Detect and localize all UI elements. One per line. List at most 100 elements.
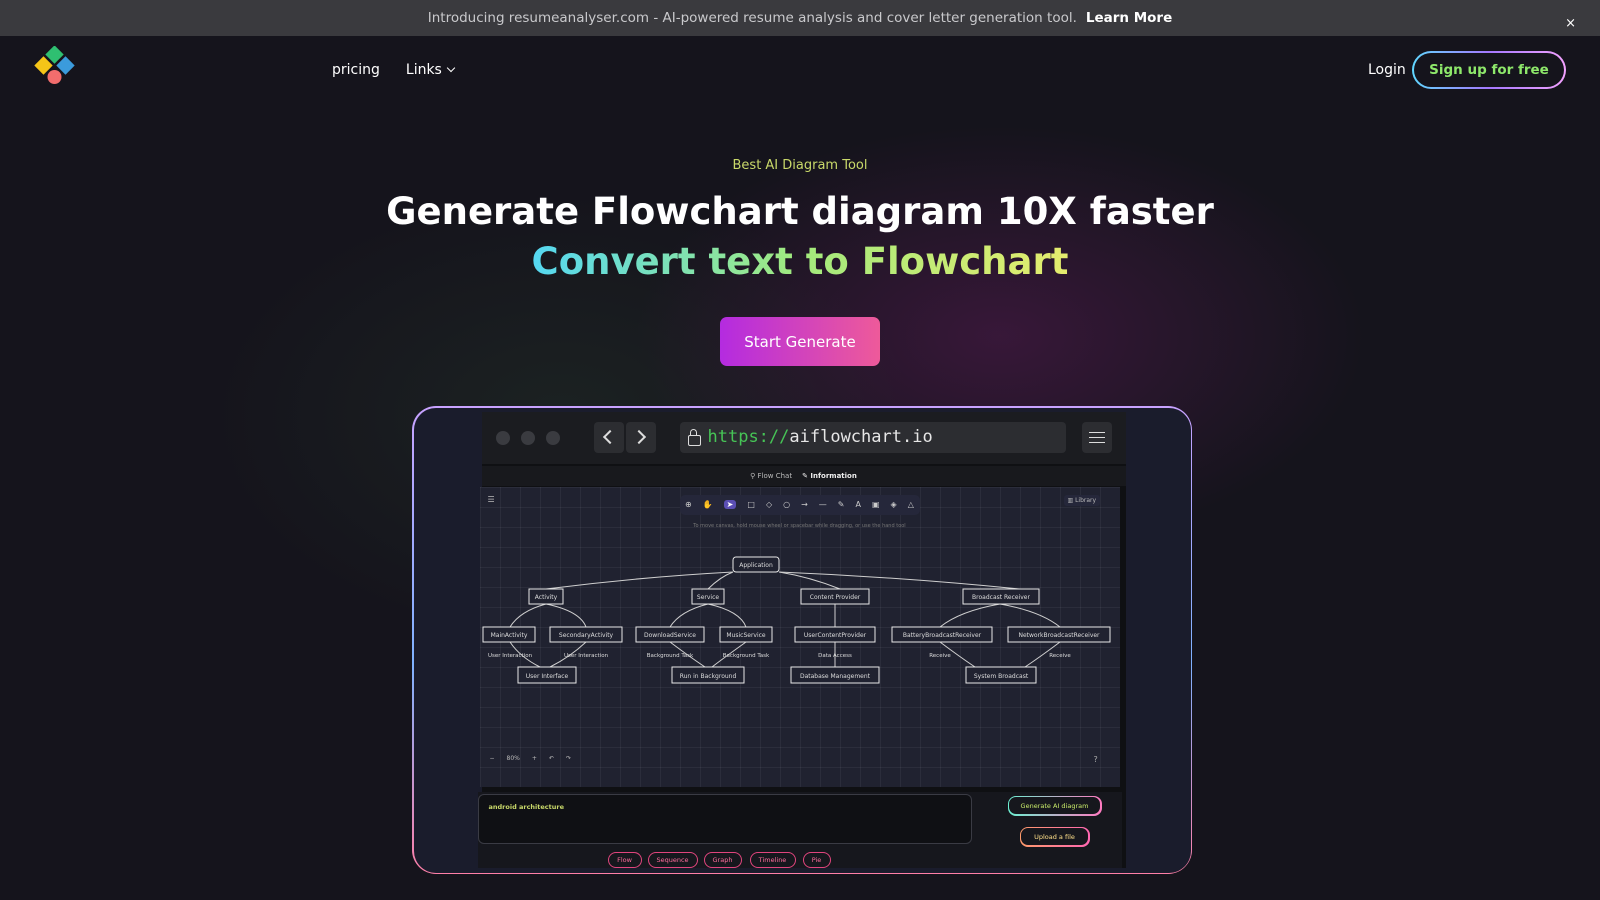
menu-icon[interactable]: ☰ (488, 495, 502, 509)
close-icon[interactable]: × (1565, 17, 1576, 30)
line-tool-icon[interactable]: — (819, 500, 827, 509)
product-showcase: https://aiflowchart.io ⚲ Flow Chat ✎ Inf… (412, 406, 1192, 874)
announcement-bar: Introducing resumeanalyser.com - AI-powe… (0, 0, 1600, 36)
edge-label: Receive (1049, 653, 1071, 659)
node-level2-label: DownloadService (644, 632, 696, 639)
node-level1-label: Content Provider (809, 594, 860, 601)
node-level3-label: User Interface (525, 673, 568, 680)
prompt-panel: android architecture Generate AI diagram… (477, 791, 1122, 868)
flowchart-diagram: Application Activity Service Content Pro… (482, 556, 1110, 683)
app-tabs: ⚲ Flow Chat ✎ Information (481, 465, 1126, 486)
settings-sliders-icon[interactable] (1081, 421, 1112, 453)
tab-information-label: Information (810, 471, 857, 480)
chip-pie[interactable]: Pie (802, 851, 831, 868)
node-level2-label: MusicService (726, 632, 766, 639)
node-root-label: Application (739, 562, 773, 569)
node-level1-label: Broadcast Receiver (972, 594, 1030, 601)
lock-icon (687, 428, 701, 446)
node-level1-label: Service (696, 594, 718, 601)
node-level3-label: Database Management (799, 673, 870, 680)
pencil-tool-icon[interactable]: ✎ (838, 500, 845, 509)
generate-ai-diagram-button[interactable]: Generate AI diagram (1007, 795, 1102, 816)
node-level1-label: Activity (534, 594, 557, 601)
zoom-out-icon[interactable]: − (490, 755, 495, 762)
chip-flow[interactable]: Flow (607, 851, 642, 868)
upload-button-label: Upload a file (1020, 827, 1089, 846)
edge-label: User Interaction (563, 653, 608, 659)
forward-button[interactable] (625, 421, 656, 453)
prompt-input[interactable]: android architecture (477, 793, 972, 844)
tab-information[interactable]: ✎ Information (802, 472, 857, 480)
tab-flow-chat-label: Flow Chat (757, 471, 793, 480)
logo-icon[interactable] (34, 46, 78, 86)
library-label: Library (1075, 496, 1097, 504)
redo-icon[interactable]: ↷ (566, 755, 571, 762)
diagram-canvas[interactable]: ☰ ⊕ ✋ ➤ □ ◇ ○ → — ✎ A ▣ ◈ △ ▥ Library To… (479, 486, 1120, 787)
nav-links-label: Links (405, 62, 442, 78)
node-level2-label: MainActivity (490, 632, 527, 639)
upload-file-button[interactable]: Upload a file (1019, 826, 1090, 847)
hero-subline: Convert text to Flowchart (0, 240, 1600, 283)
nav-pricing[interactable]: pricing (332, 62, 380, 78)
canvas-toolbar: ⊕ ✋ ➤ □ ◇ ○ → — ✎ A ▣ ◈ △ (679, 494, 920, 515)
login-link[interactable]: Login (1368, 62, 1406, 78)
text-tool-icon[interactable]: A (855, 500, 860, 509)
browser-mockup: https://aiflowchart.io ⚲ Flow Chat ✎ Inf… (477, 411, 1126, 868)
address-bar[interactable]: https://aiflowchart.io (679, 421, 1066, 453)
node-level3-label: System Broadcast (973, 673, 1028, 680)
diamond-tool-icon[interactable]: ◇ (766, 500, 772, 509)
signup-button[interactable]: Sign up for free (1412, 51, 1566, 89)
window-dot (545, 430, 560, 445)
hand-tool-icon[interactable]: ✋ (703, 500, 713, 509)
chevron-down-icon (446, 63, 456, 73)
hero-subline-text: Convert text to Flowchart (531, 240, 1069, 283)
browser-chrome: https://aiflowchart.io (481, 411, 1126, 464)
nav-links-dropdown[interactable]: Links (405, 62, 456, 78)
url-host: aiflowchart.io (789, 427, 933, 447)
showcase-inner: https://aiflowchart.io ⚲ Flow Chat ✎ Inf… (413, 407, 1191, 873)
back-button[interactable] (593, 421, 624, 453)
eraser-tool-icon[interactable]: ◈ (891, 500, 897, 509)
window-dot (520, 430, 535, 445)
generate-button-label: Generate AI diagram (1008, 796, 1101, 815)
node-level2-label: UserContentProvider (803, 632, 866, 639)
library-button[interactable]: ▥ Library (1063, 494, 1101, 506)
main-nav: pricing Links (332, 62, 456, 78)
undo-icon[interactable]: ↶ (549, 755, 554, 762)
tab-flow-chat[interactable]: ⚲ Flow Chat (750, 472, 792, 480)
zoom-in-icon[interactable]: + (532, 755, 537, 762)
prompt-input-value: android architecture (488, 802, 565, 811)
hero-eyebrow: Best AI Diagram Tool (732, 158, 868, 173)
signup-button-label: Sign up for free (1414, 53, 1564, 87)
ellipse-tool-icon[interactable]: ○ (783, 500, 790, 509)
node-level2-label: NetworkBroadcastReceiver (1018, 632, 1100, 639)
zoom-controls: − 80% + ↶ ↷ (490, 755, 571, 762)
url-protocol: https:// (707, 427, 790, 447)
learn-more-link[interactable]: Learn More (1086, 10, 1172, 26)
edge-label: Background Task (646, 653, 693, 659)
node-level2-label: SecondaryActivity (558, 632, 613, 639)
chip-timeline[interactable]: Timeline (749, 851, 796, 868)
announcement-text: Introducing resumeanalyser.com - AI-powe… (427, 10, 1077, 26)
help-icon[interactable]: ? (1094, 755, 1098, 764)
zoom-level: 80% (506, 754, 520, 762)
edge-label: Background Task (722, 653, 769, 659)
node-level3-label: Run in Background (679, 673, 736, 680)
chevron-right-icon (631, 429, 647, 445)
start-generate-button[interactable]: Start Generate (720, 317, 880, 366)
shapes-tool-icon[interactable]: △ (908, 500, 914, 509)
edge-label: Receive (929, 653, 951, 659)
image-tool-icon[interactable]: ▣ (872, 500, 880, 509)
arrow-tool-icon[interactable]: → (801, 500, 808, 509)
chip-sequence[interactable]: Sequence (647, 851, 698, 868)
chip-graph[interactable]: Graph (703, 851, 742, 868)
hero-headline: Generate Flowchart diagram 10X faster (386, 190, 1214, 233)
node-level2-label: BatteryBroadcastReceiver (902, 632, 981, 639)
rectangle-tool-icon[interactable]: □ (747, 500, 755, 509)
edge-label: Data Access (818, 653, 852, 659)
window-dot (495, 430, 510, 445)
chevron-left-icon (602, 429, 618, 445)
lock-tool-icon[interactable]: ⊕ (685, 500, 692, 509)
select-tool-icon[interactable]: ➤ (723, 500, 737, 509)
canvas-hint: To move canvas, hold mouse wheel or spac… (693, 522, 906, 529)
